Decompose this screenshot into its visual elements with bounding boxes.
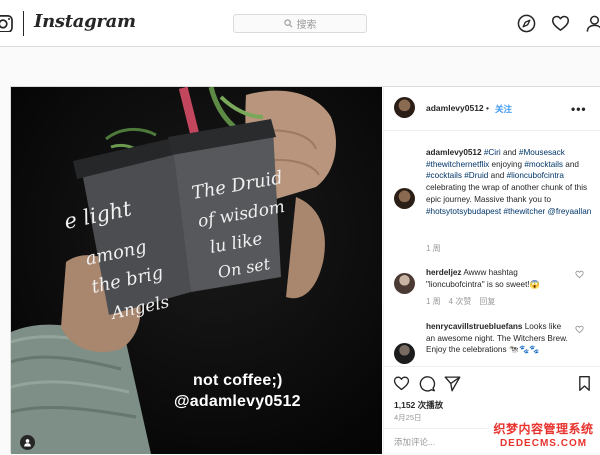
comment-meta: 1 周 4 次赞 回复 <box>426 296 495 307</box>
instagram-glyph-icon[interactable] <box>0 15 14 32</box>
comment-username[interactable]: herdeljez <box>426 268 462 277</box>
logo-divider <box>23 11 24 36</box>
comment-timestamp[interactable]: 1 周 <box>426 296 441 307</box>
hashtag-link[interactable]: #cocktails <box>426 171 462 180</box>
comments-area[interactable]: adamlevy0512 #Ciri and #Mousesack #thewi… <box>384 131 600 366</box>
hashtag-link[interactable]: #lioncubofcintra <box>507 171 564 180</box>
comment-username[interactable]: henrycavillstruebluefans <box>426 322 522 331</box>
author-username[interactable]: adamlevy0512 <box>426 103 484 113</box>
tagged-users-button[interactable] <box>20 435 35 450</box>
search-box[interactable]: 搜索 <box>233 14 367 33</box>
comment-item: henrycavillstruebluefans Looks like an a… <box>426 321 571 356</box>
caption-timestamp[interactable]: 1 周 <box>426 243 441 254</box>
save-bookmark-icon[interactable] <box>576 375 593 392</box>
caption-author-avatar[interactable] <box>394 188 415 209</box>
hashtag-link[interactable]: @freyaallan <box>548 207 592 216</box>
comment-like-count[interactable]: 4 次赞 <box>449 296 472 307</box>
follow-button[interactable]: 关注 <box>495 103 512 115</box>
hashtag-link[interactable]: #Ciri <box>484 148 501 157</box>
heart-activity-icon[interactable] <box>551 14 570 33</box>
photo-overlay-caption-line1: not coffee;) <box>193 372 283 389</box>
commenter-avatar[interactable] <box>394 343 415 364</box>
author-username-line: adamlevy0512 • <box>426 103 489 113</box>
more-options-button[interactable]: ••• <box>571 102 587 116</box>
post-side-panel: adamlevy0512 • 关注 ••• adamlevy0512 #Ciri… <box>383 87 600 454</box>
comment-bubble-icon[interactable] <box>419 375 436 392</box>
caption-text: celebrating the wrap of another chunk of… <box>426 183 588 204</box>
compass-explore-icon[interactable] <box>517 14 536 33</box>
hashtag-link[interactable]: #Mousesack <box>519 148 565 157</box>
search-placeholder: 搜索 <box>296 20 317 31</box>
post-photo[interactable]: e light among the brig Angels The Druid … <box>11 87 382 454</box>
comment-item: herdeljez Awww hashtag "lioncubofcintra"… <box>426 267 571 290</box>
commenter-avatar[interactable] <box>394 273 415 294</box>
site-watermark: 织梦内容管理系统 DEDECMS.COM <box>487 419 600 453</box>
top-navigation-bar: Instagram 搜索 <box>0 0 600 47</box>
hashtag-link[interactable]: #thewitchernetflix <box>426 160 489 169</box>
comment-reply-button[interactable]: 回复 <box>479 296 495 307</box>
view-count[interactable]: 1,152 次播放 <box>394 399 443 411</box>
post-caption: adamlevy0512 #Ciri and #Mousesack #thewi… <box>426 147 596 217</box>
comment-like-heart-icon[interactable] <box>575 325 584 334</box>
author-avatar[interactable] <box>394 97 415 118</box>
watermark-line2: DEDECMS.COM <box>499 438 588 449</box>
comment-like-heart-icon[interactable] <box>575 270 584 279</box>
photo-overlay-caption-line2: @adamlevy0512 <box>174 393 301 410</box>
like-heart-icon[interactable] <box>393 375 410 392</box>
caption-text: and <box>563 159 579 169</box>
profile-user-icon[interactable] <box>585 14 600 33</box>
caption-text: and <box>500 148 519 157</box>
post-date[interactable]: 4月25日 <box>394 412 422 423</box>
hashtag-link[interactable]: #mocktails <box>524 160 563 169</box>
hashtag-link[interactable]: #thewitcher <box>503 207 545 216</box>
share-paper-plane-icon[interactable] <box>444 375 461 392</box>
caption-text: and <box>488 171 507 181</box>
search-icon <box>283 19 292 28</box>
post-card: e light among the brig Angels The Druid … <box>10 86 600 454</box>
instagram-wordmark-logo[interactable]: Instagram <box>34 11 136 32</box>
caption-body: #Ciri and #Mousesack #thewitchernetflix … <box>426 148 591 216</box>
caption-username[interactable]: adamlevy0512 <box>426 148 482 157</box>
person-tag-icon <box>24 439 31 447</box>
caption-text: enjoying <box>489 159 525 169</box>
hashtag-link[interactable]: #hotsytotsybudapest <box>426 207 501 216</box>
hashtag-link[interactable]: #Druid <box>464 171 488 180</box>
watermark-line1: 织梦内容管理系统 <box>493 422 594 436</box>
separator-dot: • <box>486 103 490 113</box>
post-header: adamlevy0512 • 关注 ••• <box>384 87 600 131</box>
